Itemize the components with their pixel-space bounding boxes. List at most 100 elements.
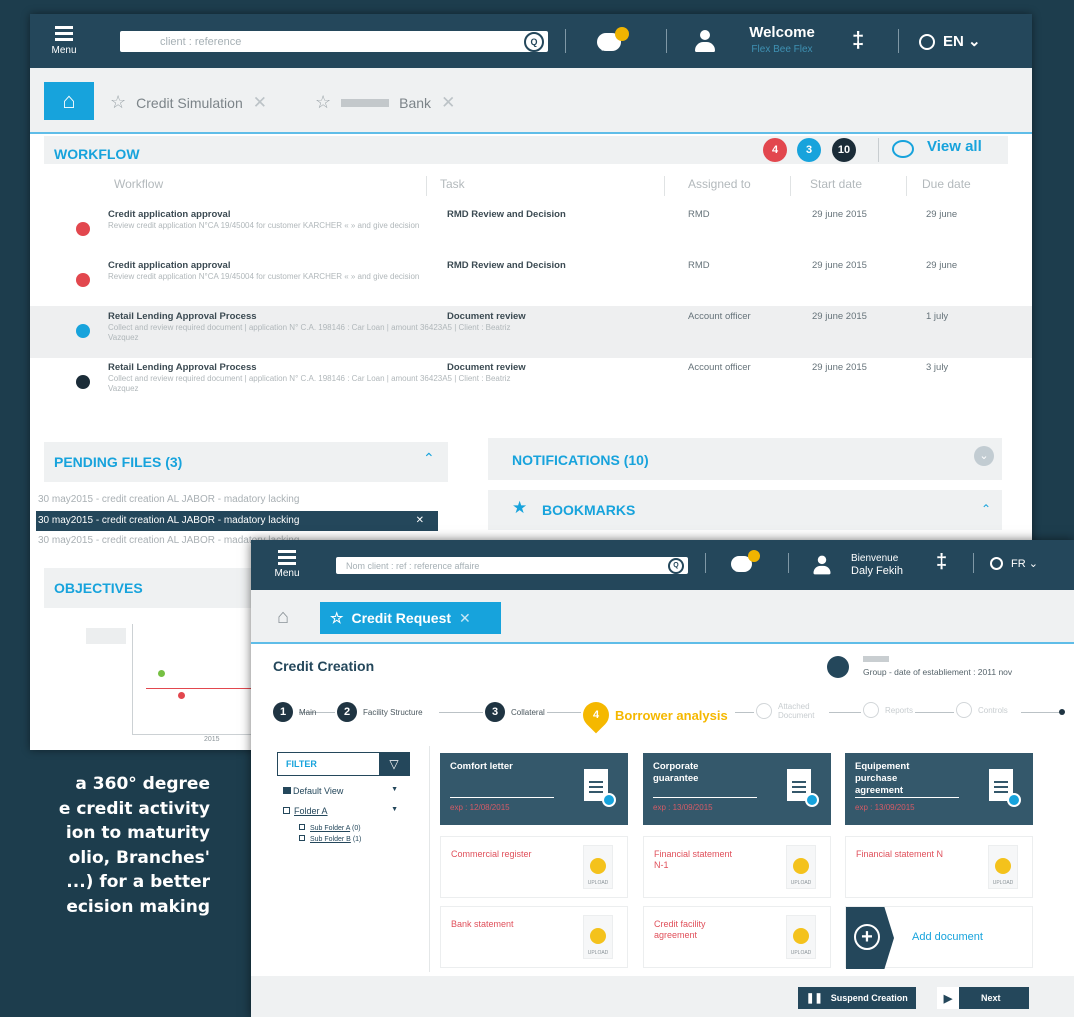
document-card[interactable]: Corporate guarantee exp : 13/09/2015 [643, 753, 831, 825]
checkbox[interactable] [299, 824, 305, 830]
star-icon[interactable]: ☆ [110, 92, 126, 113]
col-assigned[interactable]: Assigned to [688, 177, 751, 191]
search-icon[interactable]: Q [668, 557, 684, 574]
search-icon[interactable]: Q [524, 31, 544, 52]
workflow-row[interactable]: Retail Lending Approval Process Collect a… [30, 357, 1032, 409]
close-icon[interactable]: ✕ [416, 511, 424, 531]
tab-credit-request[interactable]: ☆ Credit Request ✕ [320, 602, 501, 634]
pending-file-item-selected[interactable]: 30 may2015 - credit creation AL JABOR - … [36, 511, 438, 531]
chat-icon[interactable] [731, 550, 760, 572]
view-all-link[interactable]: View all [927, 138, 982, 155]
workflow-row[interactable]: Credit application approval Review credit… [30, 204, 1032, 256]
close-icon[interactable]: ✕ [441, 93, 455, 113]
divider [666, 29, 667, 53]
step-2[interactable]: 2 Facility Structure [337, 702, 423, 722]
upload-card[interactable]: Financial statement N UPLOAD [845, 836, 1033, 898]
welcome-title: Bienvenue [851, 553, 899, 564]
workflow-start-date: 29 june 2015 [812, 209, 867, 220]
tab-bank[interactable]: ☆ Bank ✕ [315, 92, 455, 113]
menu-button[interactable]: Menu [42, 26, 86, 56]
checkbox[interactable] [283, 807, 290, 814]
upload-card[interactable]: Credit facility agreement UPLOAD [643, 906, 831, 968]
step-3[interactable]: 3 Collateral [485, 702, 545, 722]
next-button[interactable]: ▶ Next [937, 987, 1029, 1009]
upload-icon [793, 928, 809, 944]
tab-credit-simulation[interactable]: ☆ Credit Simulation ✕ [110, 92, 267, 113]
badge-red[interactable]: 4 [763, 138, 787, 162]
star-icon[interactable]: ☆ [330, 609, 343, 627]
home-icon[interactable]: ⌂ [277, 606, 289, 629]
upload-card[interactable]: Bank statement UPLOAD [440, 906, 628, 968]
add-document-button[interactable]: + Add document [845, 906, 1033, 969]
chevron-down-icon[interactable]: ⌄ [974, 446, 994, 466]
menu-label: Menu [51, 45, 77, 56]
col-start-date[interactable]: Start date [810, 177, 862, 191]
filter-header[interactable]: FILTER ▽ [277, 752, 410, 776]
eye-icon[interactable] [892, 140, 914, 158]
view-icon[interactable] [602, 793, 616, 807]
folder-a[interactable]: Folder A ▼ [277, 806, 410, 816]
globe-icon[interactable] [990, 557, 1003, 570]
chat-icon[interactable] [597, 27, 629, 51]
sub-folder-a[interactable]: Sub Folder A (0) [277, 824, 410, 832]
step-7[interactable]: Controls [956, 702, 1018, 718]
document-icon[interactable] [785, 767, 819, 807]
checkbox[interactable] [299, 835, 305, 841]
close-icon[interactable]: ✕ [253, 93, 267, 113]
workflow-row[interactable]: Retail Lending Approval Process Collect a… [30, 306, 1032, 358]
workflow-due-date: 1 july [926, 311, 949, 322]
upload-card[interactable]: Commercial register UPLOAD [440, 836, 628, 898]
upload-button[interactable]: UPLOAD [786, 915, 816, 959]
pending-files-title: PENDING FILES (3) [54, 454, 183, 470]
badge-dark[interactable]: 10 [832, 138, 856, 162]
workflow-task: RMD Review and Decision [447, 260, 566, 271]
document-icon[interactable] [987, 767, 1021, 807]
document-card[interactable]: Comfort letter exp : 12/08/2015 [440, 753, 628, 825]
view-icon[interactable] [1007, 793, 1021, 807]
language-selector[interactable]: EN ⌄ [943, 32, 981, 50]
language-selector[interactable]: FR ⌄ [1011, 557, 1038, 570]
step-5[interactable]: Attached Document [756, 702, 818, 720]
caret-icon[interactable]: ▼ [391, 786, 398, 793]
upload-title: Bank statement [451, 919, 514, 929]
lock-icon[interactable]: ‡ [852, 27, 864, 53]
upload-button[interactable]: UPLOAD [786, 845, 816, 889]
default-view[interactable]: Default View ▼ [277, 786, 410, 796]
step-6[interactable]: Reports [863, 702, 925, 718]
upload-button[interactable]: UPLOAD [988, 845, 1018, 889]
star-icon[interactable]: ☆ [315, 92, 331, 113]
document-icon[interactable] [582, 767, 616, 807]
upload-icon [793, 858, 809, 874]
pending-file-item[interactable]: 30 may2015 - credit creation AL JABOR - … [36, 490, 438, 510]
chevron-up-icon[interactable]: ⌃ [981, 502, 991, 516]
chevron-up-icon[interactable]: ⌃ [423, 450, 435, 467]
col-workflow[interactable]: Workflow [114, 177, 163, 191]
workflow-row[interactable]: Credit application approval Review credit… [30, 255, 1032, 307]
col-task[interactable]: Task [440, 177, 465, 191]
upload-button[interactable]: UPLOAD [583, 915, 613, 959]
user-icon[interactable] [813, 555, 831, 575]
globe-icon[interactable] [919, 34, 935, 50]
badge-blue[interactable]: 3 [797, 138, 821, 162]
caret-icon[interactable]: ▼ [391, 806, 398, 813]
search-input[interactable]: client : reference Q [120, 31, 548, 52]
sub-folder-b[interactable]: Sub Folder B (1) [277, 835, 410, 843]
sub-folder-count: (1) [352, 836, 362, 843]
data-point [178, 692, 185, 699]
step-1[interactable]: 1 Main [273, 702, 316, 722]
step-4[interactable]: 4 Borrower analysis [577, 696, 728, 734]
promo-line: e credit activity [58, 798, 210, 819]
upload-button[interactable]: UPLOAD [583, 845, 613, 889]
lock-icon[interactable]: ‡ [936, 551, 947, 574]
col-due-date[interactable]: Due date [922, 177, 971, 191]
home-tab[interactable]: ⌂ [44, 82, 94, 120]
menu-button[interactable]: Menu [265, 550, 309, 579]
upload-card[interactable]: Financial statement N-1 UPLOAD [643, 836, 831, 898]
user-icon[interactable] [695, 30, 715, 52]
close-icon[interactable]: ✕ [459, 610, 471, 627]
suspend-creation-button[interactable]: ❚❚ Suspend Creation [798, 987, 916, 1009]
search-input[interactable]: Nom client : ref : reference affaire Q [336, 557, 688, 574]
document-card[interactable]: Equipement purchase agreement exp : 13/09… [845, 753, 1033, 825]
view-icon[interactable] [805, 793, 819, 807]
filter-icon[interactable]: ▽ [379, 753, 409, 775]
